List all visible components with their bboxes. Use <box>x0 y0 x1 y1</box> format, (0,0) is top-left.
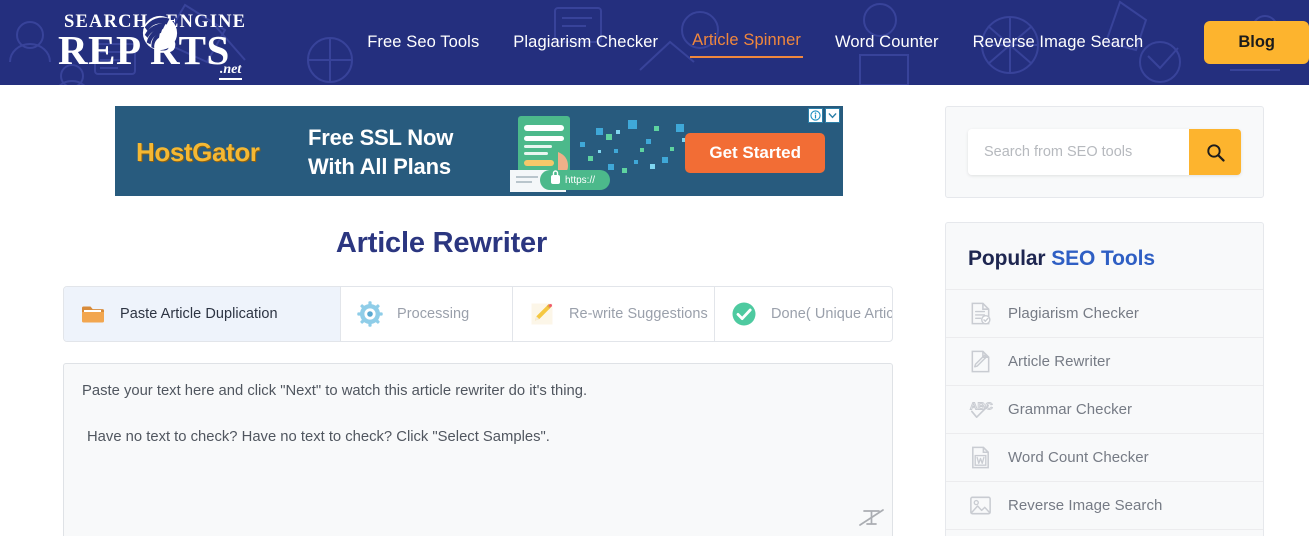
text-resize-handle-icon[interactable] <box>858 504 886 532</box>
word-doc-icon <box>972 446 989 469</box>
gear-icon <box>357 301 383 327</box>
nav-item-reverse-image-search[interactable]: Reverse Image Search <box>971 29 1146 56</box>
tab-label: Paste Article Duplication <box>120 306 278 322</box>
tab-label: Re-write Suggestions <box>569 306 708 322</box>
tool-item-reverse-image-search[interactable]: Reverse Image Search <box>946 481 1263 529</box>
ad-headline-line2: With All Plans <box>308 154 451 180</box>
tool-label: Reverse Image Search <box>1008 497 1163 514</box>
ad-info-button[interactable] <box>808 108 823 123</box>
tool-label: Word Count Checker <box>1008 449 1149 466</box>
tab-processing[interactable]: Processing <box>341 287 513 341</box>
tool-item-websites-broken-link-checker[interactable]: Websites Broken Link Checker <box>946 529 1263 536</box>
folder-icon <box>82 306 104 323</box>
tool-label: Plagiarism Checker <box>1008 305 1139 322</box>
tab-done-unique-article[interactable]: Done( Unique Article) <box>715 287 893 341</box>
tool-item-word-count-checker[interactable]: Word Count Checker <box>946 433 1263 481</box>
chevron-down-icon <box>828 113 837 119</box>
tool-item-grammar-checker[interactable]: ABC Grammar Checker <box>946 385 1263 433</box>
sidebar: Popular SEO Tools Plagiarism Checker <box>925 85 1309 536</box>
ad-brand-text: HostGator <box>136 137 260 167</box>
ad-get-started-button[interactable]: Get Started <box>685 133 825 173</box>
nav-item-article-spinner[interactable]: Article Spinner <box>690 27 803 58</box>
wizard-steps-tabbar: Paste Article Duplication Processing Re-… <box>63 286 893 342</box>
svg-text:ABC: ABC <box>970 401 993 413</box>
tool-item-plagiarism-checker[interactable]: Plagiarism Checker <box>946 289 1263 337</box>
sidebar-search-card <box>945 106 1264 198</box>
logo-net-text: .net <box>218 62 243 80</box>
article-text-editor[interactable]: Paste your text here and click "Next" to… <box>63 363 893 536</box>
globe-icon <box>142 15 178 50</box>
editor-placeholder-line-1: Paste your text here and click "Next" to… <box>82 383 588 399</box>
page-title: Article Rewriter <box>335 227 548 259</box>
popular-seo-tools-title: Popular SEO Tools <box>946 223 1263 289</box>
site-header: SEARCH ENGINE REP RTS .net Free Seo Tool… <box>0 0 1309 85</box>
tab-label: Processing <box>397 306 470 322</box>
pencil-icon <box>531 303 553 325</box>
ad-controls <box>808 108 840 123</box>
abc-check-icon: ABC <box>969 400 993 419</box>
tool-label: Article Rewriter <box>1008 353 1111 370</box>
tools-title-dark: Popular <box>968 247 1052 270</box>
search-input[interactable] <box>968 129 1189 175</box>
nav-item-plagiarism-checker[interactable]: Plagiarism Checker <box>511 29 660 56</box>
page-body: https:// HostGator Free SSL Now With All… <box>0 85 1309 536</box>
info-icon <box>810 110 821 121</box>
site-logo[interactable]: SEARCH ENGINE REP RTS .net <box>58 12 250 80</box>
main-navigation: Free Seo Tools Plagiarism Checker Articl… <box>365 21 1309 64</box>
hostgator-ad-banner[interactable]: https:// HostGator Free SSL Now With All… <box>115 106 843 196</box>
tab-paste-article-duplication[interactable]: Paste Article Duplication <box>64 287 341 341</box>
document-pencil-icon <box>971 350 990 373</box>
popular-seo-tools-card: Popular SEO Tools Plagiarism Checker Art… <box>945 222 1264 536</box>
tool-item-article-rewriter[interactable]: Article Rewriter <box>946 337 1263 385</box>
main-column: https:// HostGator Free SSL Now With All… <box>0 85 925 536</box>
search-button[interactable] <box>1189 129 1241 175</box>
tab-label: Done( Unique Article) <box>771 306 893 322</box>
ad-close-dropdown-button[interactable] <box>825 108 840 123</box>
nav-item-word-counter[interactable]: Word Counter <box>833 29 941 56</box>
ad-headline: Free SSL Now With All Plans <box>308 123 453 181</box>
nav-item-free-seo-tools[interactable]: Free Seo Tools <box>365 29 481 56</box>
blog-button[interactable]: Blog <box>1204 21 1309 64</box>
tools-title-blue: SEO Tools <box>1051 247 1155 270</box>
editor-placeholder-line-2: Have no text to check? Have no text to c… <box>87 429 550 446</box>
image-icon <box>970 496 991 515</box>
document-check-icon <box>971 302 991 325</box>
tool-label: Grammar Checker <box>1008 401 1133 418</box>
svg-text:https://: https:// <box>565 175 595 186</box>
check-circle-icon <box>732 302 756 326</box>
tab-rewrite-suggestions[interactable]: Re-write Suggestions <box>513 287 715 341</box>
search-row <box>968 129 1241 175</box>
ad-headline-line1: Free SSL Now <box>308 125 454 150</box>
search-icon <box>1206 143 1225 162</box>
